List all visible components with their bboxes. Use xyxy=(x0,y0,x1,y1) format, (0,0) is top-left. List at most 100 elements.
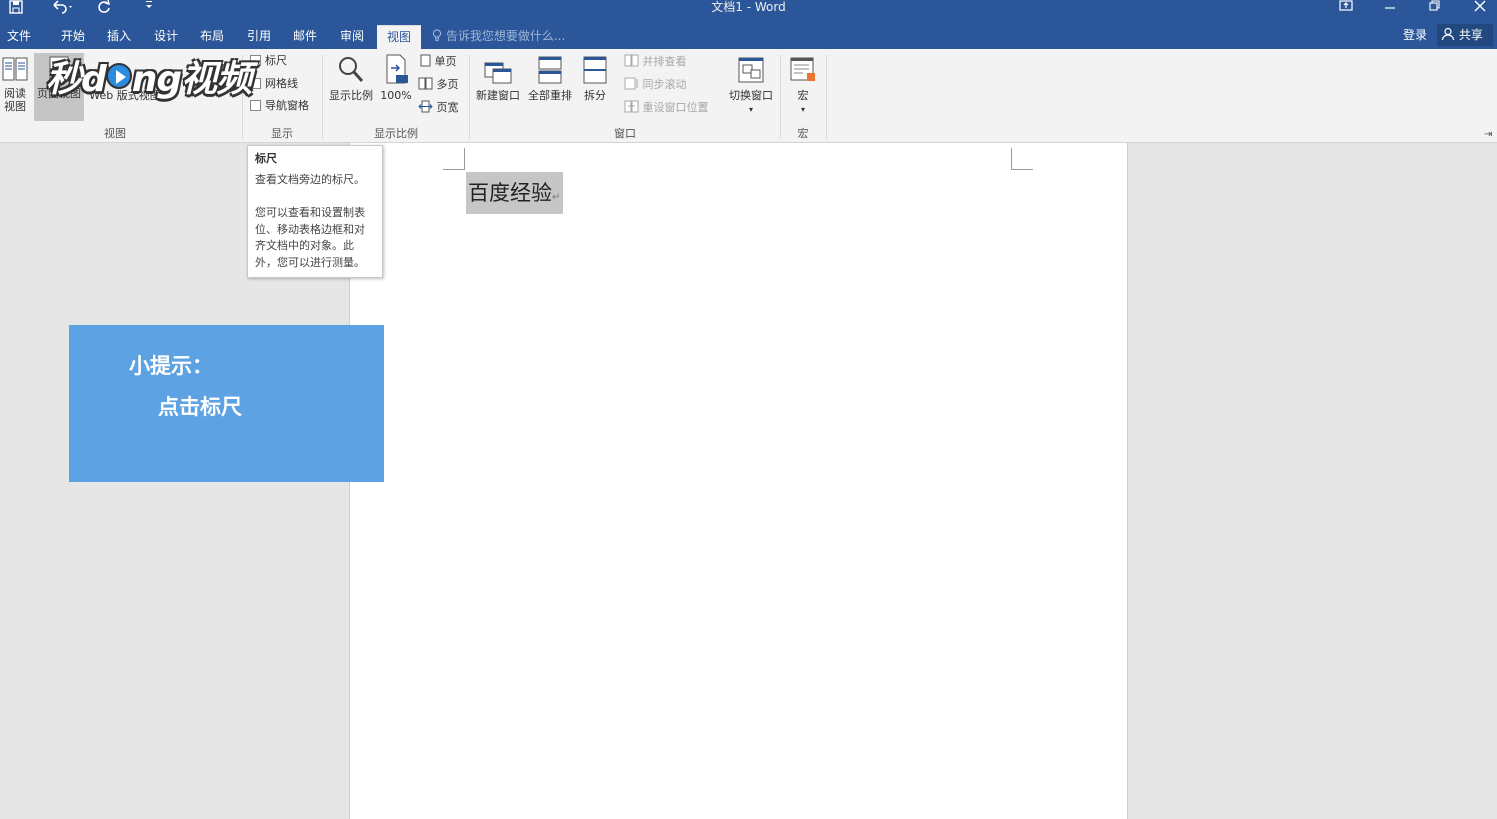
switch-windows-button[interactable]: 切换窗口 ▾ xyxy=(724,55,778,116)
group-separator xyxy=(322,55,323,139)
tab-home[interactable]: 开始 xyxy=(52,25,94,49)
ruler-checkbox[interactable]: 标尺 xyxy=(250,53,287,69)
tab-references[interactable]: 引用 xyxy=(239,25,279,49)
margin-corner-mark xyxy=(1011,148,1033,170)
tooltip-text-1: 查看文档旁边的标尺。 xyxy=(255,172,365,186)
share-button[interactable]: 共享 xyxy=(1437,24,1493,46)
zoom-100-label: 100% xyxy=(380,89,412,102)
selected-text: 百度经验 xyxy=(468,181,552,205)
tab-mailings[interactable]: 邮件 xyxy=(285,25,325,49)
tell-me-search[interactable]: 告诉我您想要做什么... xyxy=(432,27,565,45)
tab-view[interactable]: 视图 xyxy=(377,25,421,49)
watermark-text-b: ng视频 xyxy=(131,59,252,100)
gridlines-label: 网格线 xyxy=(265,77,298,90)
side-by-side-label: 并排查看 xyxy=(642,55,687,68)
group-label-show: 显示 xyxy=(271,127,293,140)
multiple-pages-button[interactable]: 多页 xyxy=(418,77,459,93)
ruler-check-box[interactable] xyxy=(250,55,261,66)
read-mode-button[interactable]: 阅读 视图 xyxy=(0,55,30,113)
macros-icon xyxy=(790,57,815,81)
tab-review[interactable]: 审阅 xyxy=(332,25,372,49)
page-width-icon xyxy=(418,100,433,113)
hint-box: 小提示： 点击标尺 xyxy=(69,325,384,482)
page-width-button[interactable]: 页宽 xyxy=(418,100,459,116)
side-by-side-icon xyxy=(624,54,639,67)
group-separator xyxy=(826,55,827,139)
window-title: 文档1 - Word xyxy=(711,0,786,14)
sync-scroll-label: 同步滚动 xyxy=(642,78,687,91)
dropdown-arrow-icon: ▾ xyxy=(800,105,805,114)
close-icon[interactable] xyxy=(1466,0,1494,16)
switch-windows-label: 切换窗口 xyxy=(729,89,773,102)
minimize-icon[interactable] xyxy=(1376,0,1404,16)
tell-me-text: 告诉我您想要做什么... xyxy=(445,29,566,43)
split-label: 拆分 xyxy=(584,89,606,102)
one-page-label: 单页 xyxy=(434,55,457,68)
tab-file[interactable]: 文件 xyxy=(0,25,38,49)
play-icon xyxy=(105,63,132,89)
arrange-all-label: 全部重排 xyxy=(528,89,572,102)
share-label: 共享 xyxy=(1458,28,1483,42)
reset-window-position-button[interactable]: 重设窗口位置 xyxy=(624,100,709,116)
tooltip-text-2: 您可以查看和设置制表位、移动表格边框和对齐文档中的对象。此外，您可以进行测量。 xyxy=(255,206,365,269)
read-mode-label-2: 视图 xyxy=(4,100,26,113)
watermark-text-a: 秒d xyxy=(46,59,107,100)
person-icon xyxy=(1441,27,1455,41)
paragraph-mark-icon: ↵ xyxy=(552,192,561,203)
group-label-macros: 宏 xyxy=(797,127,809,140)
read-mode-icon xyxy=(2,57,28,81)
side-by-side-button[interactable]: 并排查看 xyxy=(624,54,687,70)
lightbulb-icon xyxy=(432,29,442,41)
ruler-label: 标尺 xyxy=(265,54,287,67)
one-page-button[interactable]: 单页 xyxy=(420,54,457,70)
title-bar: 文档1 - Word xyxy=(0,0,1497,22)
group-separator xyxy=(780,55,781,139)
tab-design[interactable]: 设计 xyxy=(146,25,186,49)
ribbon-tab-bar: 文件 开始 插入 设计 布局 引用 邮件 审阅 视图 告诉我您想要做什么... … xyxy=(0,22,1497,49)
new-window-icon xyxy=(484,62,512,84)
group-label-zoom: 显示比例 xyxy=(374,127,418,140)
nav-pane-check-box[interactable] xyxy=(250,100,261,111)
split-button[interactable]: 拆分 xyxy=(577,55,613,102)
pin-ribbon-icon[interactable]: ⇥ xyxy=(1484,129,1492,140)
zoom-100-button[interactable]: 100% xyxy=(378,53,414,102)
tab-layout[interactable]: 布局 xyxy=(192,25,232,49)
document-body-text[interactable]: 百度经验↵ xyxy=(466,172,564,214)
switch-windows-icon xyxy=(738,57,764,83)
new-window-label: 新建窗口 xyxy=(476,89,520,102)
dropdown-arrow-icon: ▾ xyxy=(748,105,753,114)
magnifier-icon xyxy=(339,57,364,82)
zoom-label: 显示比例 xyxy=(329,89,373,102)
sync-scroll-icon xyxy=(624,77,638,90)
arrange-all-icon xyxy=(538,56,562,84)
ruler-tooltip: 标尺 查看文档旁边的标尺。 您可以查看和设置制表位、移动表格边框和对齐文档中的对… xyxy=(247,145,383,278)
reset-window-position-label: 重设窗口位置 xyxy=(642,101,709,114)
split-icon xyxy=(583,56,607,84)
gridlines-check-box[interactable] xyxy=(250,78,261,89)
tab-insert[interactable]: 插入 xyxy=(99,25,139,49)
nav-pane-checkbox[interactable]: 导航窗格 xyxy=(250,98,309,114)
margin-corner-mark xyxy=(443,148,465,170)
restore-icon[interactable] xyxy=(1421,0,1449,16)
arrange-all-button[interactable]: 全部重排 xyxy=(525,55,575,102)
page-width-label: 页宽 xyxy=(436,101,459,114)
zoom-button[interactable]: 显示比例 xyxy=(326,55,376,102)
sync-scroll-button[interactable]: 同步滚动 xyxy=(624,77,687,93)
one-page-icon xyxy=(420,54,431,67)
multiple-pages-icon xyxy=(418,77,433,90)
video-watermark-logo: 秒d ng视频 xyxy=(46,50,252,102)
macros-button[interactable]: 宏 ▾ xyxy=(786,55,820,116)
group-label-views: 视图 xyxy=(104,127,126,140)
gridlines-checkbox[interactable]: 网格线 xyxy=(250,76,298,92)
signin-link[interactable]: 登录 xyxy=(1403,26,1427,44)
group-separator xyxy=(469,55,470,139)
zoom-100-icon xyxy=(386,54,408,84)
hint-line-2: 点击标尺 xyxy=(158,395,242,419)
new-window-button[interactable]: 新建窗口 xyxy=(473,55,523,102)
ribbon-display-icon[interactable] xyxy=(1332,0,1360,16)
hint-line-1: 小提示： xyxy=(129,354,213,378)
nav-pane-label: 导航窗格 xyxy=(265,99,309,112)
document-page[interactable] xyxy=(349,143,1128,819)
multiple-pages-label: 多页 xyxy=(436,78,459,91)
reset-window-position-icon xyxy=(624,100,639,113)
